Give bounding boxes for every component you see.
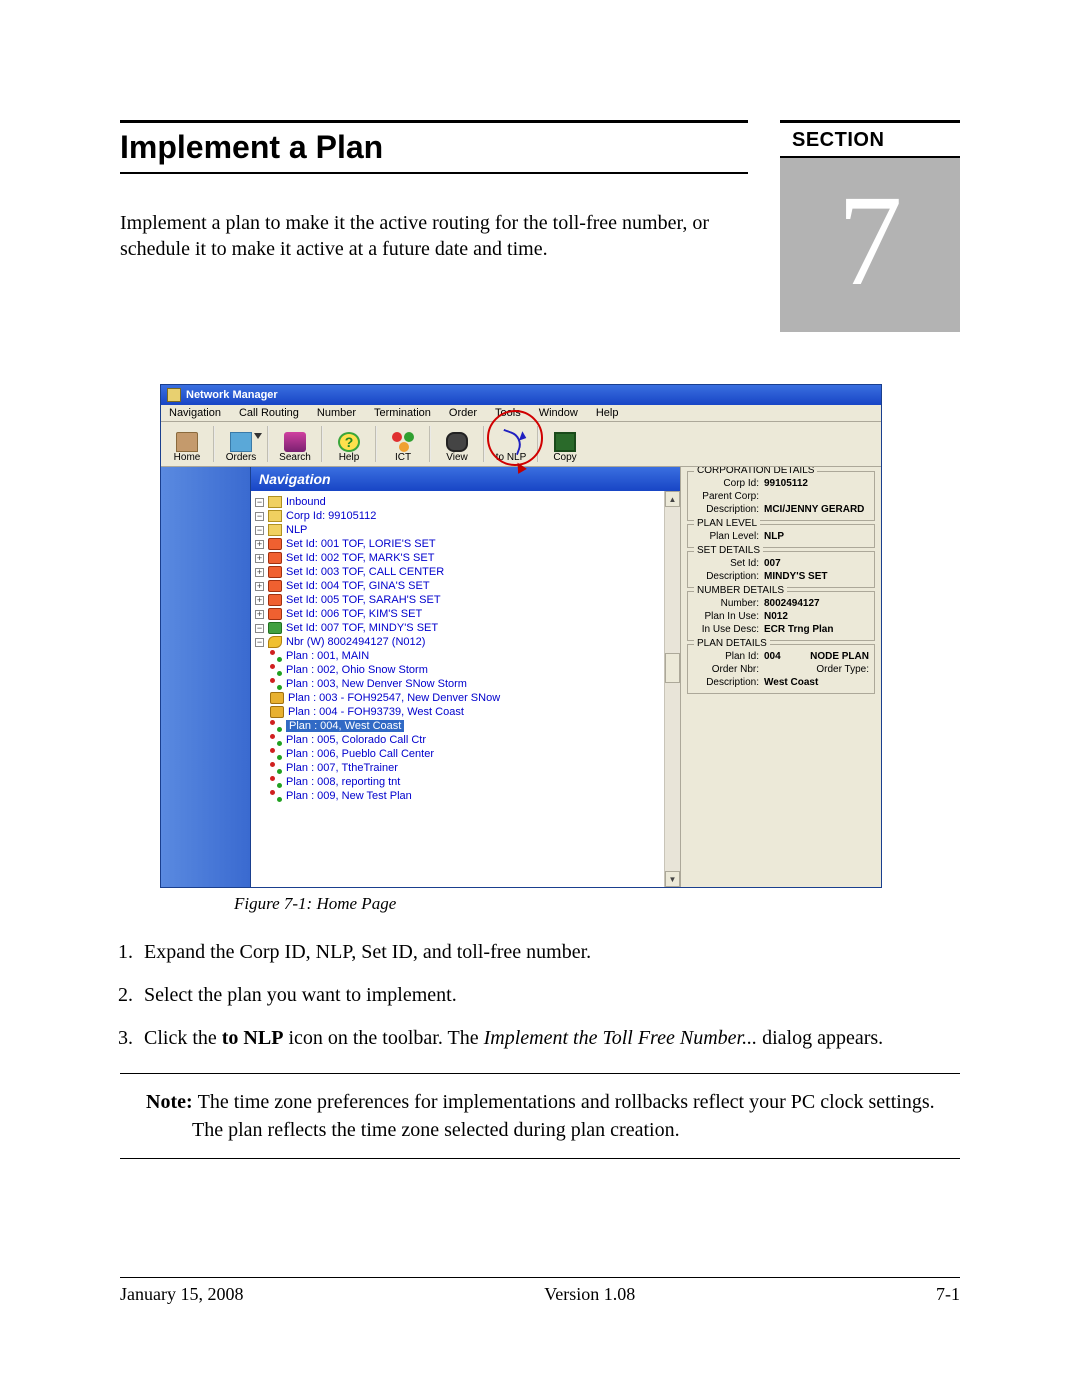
help-icon: ? <box>338 432 360 452</box>
tree-item[interactable]: Plan : 008, reporting tnt <box>255 775 664 789</box>
sidebar-strip <box>161 467 251 887</box>
tree-item[interactable]: Plan : 009, New Test Plan <box>255 789 664 803</box>
section-number: 7 <box>838 169 903 313</box>
plan-order-icon <box>270 692 284 704</box>
menu-call-routing[interactable]: Call Routing <box>235 406 303 420</box>
note-block: Note: The time zone preferences for impl… <box>120 1073 960 1159</box>
figure-caption: Figure 7-1: Home Page <box>234 894 960 914</box>
menubar: Navigation Call Routing Number Terminati… <box>161 405 881 422</box>
menu-order[interactable]: Order <box>445 406 481 420</box>
step-2: Select the plan you want to implement. <box>138 981 960 1010</box>
tree-item[interactable]: Plan : 003 - FOH92547, New Denver SNow <box>255 691 664 705</box>
plan-icon <box>270 678 282 690</box>
navigation-header: Navigation <box>251 467 680 491</box>
copy-icon <box>554 432 576 452</box>
menu-help[interactable]: Help <box>592 406 623 420</box>
section-label: SECTION <box>780 120 960 158</box>
plan-icon <box>270 734 282 746</box>
scrollbar[interactable]: ▲ ▼ <box>664 491 680 887</box>
app-icon <box>167 388 181 402</box>
folder-icon <box>268 496 282 508</box>
tree-item[interactable]: Plan : 001, MAIN <box>255 649 664 663</box>
tree-item[interactable]: Plan : 007, TtheTrainer <box>255 761 664 775</box>
tree-item[interactable]: −Nbr (W) 8002494127 (N012) <box>255 635 664 649</box>
intro-paragraph: Implement a plan to make it the active r… <box>120 210 748 262</box>
folder-icon <box>268 510 282 522</box>
set-icon <box>268 608 282 620</box>
scroll-down-icon[interactable]: ▼ <box>665 871 680 887</box>
tree-item-selected[interactable]: Plan : 004, West Coast <box>255 719 664 733</box>
tree-item[interactable]: +Set Id: 002 TOF, MARK'S SET <box>255 551 664 565</box>
plan-icon <box>270 720 282 732</box>
view-icon <box>446 432 468 452</box>
tree-item[interactable]: Plan : 004 - FOH93739, West Coast <box>255 705 664 719</box>
details-panel: CORPORATION DETAILS Corp Id:99105112 Par… <box>681 467 881 887</box>
tree-item[interactable]: Plan : 005, Colorado Call Ctr <box>255 733 664 747</box>
section-title: Implement a Plan <box>120 129 748 174</box>
scroll-up-icon[interactable]: ▲ <box>665 491 680 507</box>
plan-icon <box>270 790 282 802</box>
window-title: Network Manager <box>186 389 278 401</box>
tree-item[interactable]: +Set Id: 004 TOF, GINA'S SET <box>255 579 664 593</box>
footer-page: 7-1 <box>936 1284 960 1305</box>
tree-item[interactable]: +Set Id: 006 TOF, KIM'S SET <box>255 607 664 621</box>
orders-button[interactable]: Orders <box>217 424 265 464</box>
tree-item[interactable]: −Set Id: 007 TOF, MINDY'S SET <box>255 621 664 635</box>
chevron-down-icon <box>254 433 262 439</box>
tree-item[interactable]: +Set Id: 003 TOF, CALL CENTER <box>255 565 664 579</box>
plan-icon <box>270 650 282 662</box>
set-open-icon <box>268 622 282 634</box>
tree-item[interactable]: Plan : 002, Ohio Snow Storm <box>255 663 664 677</box>
ict-button[interactable]: ICT <box>379 424 427 464</box>
orders-icon <box>230 432 252 452</box>
toolbar: Home Orders Search ? Help ICT <box>161 422 881 467</box>
set-icon <box>268 552 282 564</box>
tree-item[interactable]: +Set Id: 005 TOF, SARAH'S SET <box>255 593 664 607</box>
set-icon <box>268 580 282 592</box>
plan-icon <box>270 776 282 788</box>
to-nlp-button[interactable]: to NLP <box>487 424 535 464</box>
number-icon <box>268 636 282 648</box>
scroll-thumb[interactable] <box>665 653 680 683</box>
tree-item[interactable]: +Set Id: 001 TOF, LORIE'S SET <box>255 537 664 551</box>
search-icon <box>284 432 306 452</box>
search-button[interactable]: Search <box>271 424 319 464</box>
set-icon <box>268 538 282 550</box>
folder-icon <box>268 524 282 536</box>
step-3: Click the to NLP icon on the toolbar. Th… <box>138 1024 960 1053</box>
section-number-box: 7 <box>780 158 960 332</box>
menu-termination[interactable]: Termination <box>370 406 435 420</box>
instruction-list: Expand the Corp ID, NLP, Set ID, and tol… <box>120 938 960 1053</box>
home-button[interactable]: Home <box>163 424 211 464</box>
set-icon <box>268 594 282 606</box>
help-button[interactable]: ? Help <box>325 424 373 464</box>
view-button[interactable]: View <box>433 424 481 464</box>
copy-button[interactable]: Copy <box>541 424 589 464</box>
navigation-tree[interactable]: −Inbound −Corp Id: 99105112 −NLP +Set Id… <box>251 491 664 887</box>
home-icon <box>176 432 198 452</box>
menu-window[interactable]: Window <box>535 406 582 420</box>
footer-date: January 15, 2008 <box>120 1284 243 1305</box>
plan-order-icon <box>270 706 284 718</box>
page-footer: January 15, 2008 Version 1.08 7-1 <box>120 1277 960 1305</box>
menu-number[interactable]: Number <box>313 406 360 420</box>
ict-icon <box>392 432 414 452</box>
plan-icon <box>270 762 282 774</box>
plan-icon <box>270 748 282 760</box>
plan-icon <box>270 664 282 676</box>
step-1: Expand the Corp ID, NLP, Set ID, and tol… <box>138 938 960 967</box>
tree-item[interactable]: Plan : 006, Pueblo Call Center <box>255 747 664 761</box>
menu-navigation[interactable]: Navigation <box>165 406 225 420</box>
tree-item[interactable]: Plan : 003, New Denver SNow Storm <box>255 677 664 691</box>
screenshot-figure: Network Manager Navigation Call Routing … <box>160 384 882 888</box>
footer-version: Version 1.08 <box>544 1284 635 1305</box>
set-icon <box>268 566 282 578</box>
window-titlebar: Network Manager <box>161 385 881 405</box>
menu-tools[interactable]: Tools <box>491 406 525 420</box>
